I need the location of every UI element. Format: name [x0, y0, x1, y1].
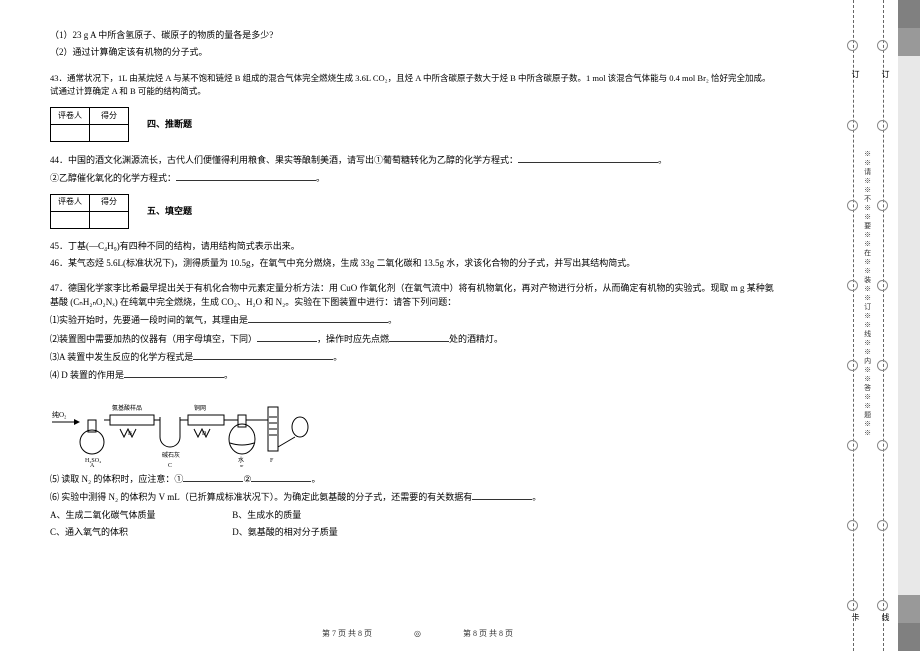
- score-table-4: 评卷人得分: [50, 107, 129, 142]
- q47-s4-blank[interactable]: [124, 367, 224, 378]
- page-footer: 第 7 页 共 8 页 ◎ 第 8 页 共 8 页: [0, 628, 835, 641]
- binding-circle: [877, 600, 888, 611]
- page-content: （1）23 g A 中所含氢原子、碳原子的物质的量各是多少? （2）通过计算确定…: [0, 0, 835, 651]
- page-number-7: 第 7 页 共 8 页: [322, 628, 372, 641]
- binding-circle: [847, 440, 858, 451]
- opt-c: C、通入氧气的体积: [50, 525, 230, 539]
- q43-text: 43．通常状况下，1L 由某烷烃 A 与某不饱和链烃 B 组成的混合气体完全燃烧…: [50, 72, 775, 99]
- q44-blank2[interactable]: [176, 170, 316, 181]
- vlabel-ka: 卡: [850, 613, 861, 621]
- vlabel-ding: 订: [850, 70, 861, 78]
- q47-s1: ⑴实验开始时，先要通一段时间的氧气，其理由是。: [50, 312, 775, 327]
- opt-b: B、生成水的质量: [232, 510, 301, 520]
- q47-options-row2: C、通入氧气的体积 D、氨基酸的相对分子质量: [50, 525, 775, 539]
- apparatus-diagram: 纯O₂ H₂SO₄ A 氨基酸样品 B 碱石灰 C 铜网 D: [50, 387, 350, 467]
- svg-text:C: C: [168, 463, 172, 467]
- binding-circle: [877, 440, 888, 451]
- svg-text:A: A: [90, 463, 95, 467]
- q47-s6-blank[interactable]: [472, 489, 532, 500]
- binding-circle: [847, 360, 858, 371]
- label-cu: 铜网: [194, 404, 206, 412]
- score-h1: 评卷人: [51, 107, 90, 124]
- q44-intro: 44．中国的酒文化渊源流长，古代人们便懂得利用粮食、果实等酿制美酒，请写出①葡萄…: [50, 152, 775, 167]
- q44-blank1[interactable]: [518, 152, 658, 163]
- score-h2: 得分: [90, 107, 129, 124]
- score-cell[interactable]: [90, 124, 129, 141]
- section5-title: 五、填空题: [147, 204, 192, 218]
- binding-circle: [847, 40, 858, 51]
- label-o2: 纯O₂: [52, 410, 67, 419]
- svg-text:E: E: [240, 465, 244, 467]
- q47-s5-blank1[interactable]: [183, 471, 243, 482]
- binding-circle: [877, 120, 888, 131]
- q47-s1-blank[interactable]: [248, 312, 388, 323]
- binding-circle: [877, 40, 888, 51]
- vlabel-ding2: 订: [880, 70, 891, 78]
- binding-circle: [847, 120, 858, 131]
- score-h2: 得分: [90, 194, 129, 211]
- binding-circle: [877, 200, 888, 211]
- binding-sidebar: 订 订 ※※请※※不※※要※※在※※装※※订※※线※※内※※答※※题※※ 卡 线: [835, 0, 920, 651]
- q46: 46．某气态烃 5.6L(标准状况下)，测得质量为 10.5g，在氧气中充分燃烧…: [50, 256, 775, 270]
- q42-sub1: （1）23 g A 中所含氢原子、碳原子的物质的量各是多少?: [50, 28, 775, 42]
- q47-s3-blank[interactable]: [193, 349, 333, 360]
- score-table-5: 评卷人得分: [50, 194, 129, 229]
- binding-margin: 订 订 ※※请※※不※※要※※在※※装※※订※※线※※内※※答※※题※※ 卡 线: [835, 0, 898, 651]
- score-h1: 评卷人: [51, 194, 90, 211]
- circle-column-2: [877, 20, 888, 631]
- q47-options-row1: A、生成二氧化碳气体质量 B、生成水的质量: [50, 508, 775, 522]
- ruler-bar: [898, 0, 920, 651]
- q47-s2-blank1[interactable]: [257, 331, 317, 342]
- opt-d: D、氨基酸的相对分子质量: [232, 527, 338, 537]
- q44-part2: ②乙醇催化氧化的化学方程式：。: [50, 170, 775, 185]
- binding-warning: ※※请※※不※※要※※在※※装※※订※※线※※内※※答※※题※※: [861, 150, 874, 438]
- svg-text:F: F: [270, 458, 274, 464]
- section4-title: 四、推断题: [147, 117, 192, 131]
- q47-intro: 47．德国化学家李比希最早提出关于有机化合物中元素定量分析方法：用 CuO 作氧…: [50, 281, 775, 310]
- ruler-bottom: [898, 595, 920, 651]
- q47-s3: ⑶A 装置中发生反应的化学方程式是。: [50, 349, 775, 364]
- q42-sub2: （2）通过计算确定该有机物的分子式。: [50, 45, 775, 59]
- circle-column-1: [847, 20, 858, 631]
- q47-s4: ⑷ D 装置的作用是。: [50, 367, 775, 382]
- binding-circle: [847, 600, 858, 611]
- page-number-8: 第 8 页 共 8 页: [463, 628, 513, 641]
- section4-header: 评卷人得分 四、推断题: [50, 107, 775, 142]
- binding-circle: [847, 280, 858, 291]
- q47-s5-blank2[interactable]: [251, 471, 311, 482]
- binding-circle: [877, 280, 888, 291]
- vlabel-xian: 线: [880, 613, 891, 621]
- label-lime: 碱石灰: [162, 451, 180, 459]
- binding-circle: [847, 200, 858, 211]
- score-cell[interactable]: [90, 211, 129, 228]
- score-cell[interactable]: [51, 124, 90, 141]
- footer-symbol: ◎: [414, 629, 421, 638]
- binding-circle: [847, 520, 858, 531]
- q47-s2: ⑵装置图中需要加热的仪器有（用字母填空，下同），操作时应先点燃处的酒精灯。: [50, 331, 775, 346]
- opt-a: A、生成二氧化碳气体质量: [50, 508, 230, 522]
- binding-circle: [877, 360, 888, 371]
- q47-s5: ⑸ 读取 N₂ 的体积时，应注意：①②。: [50, 471, 775, 486]
- q47-s2-blank2[interactable]: [389, 331, 449, 342]
- q47-s6: ⑹ 实验中测得 N₂ 的体积为 V mL（已折算成标准状况下）。为确定此氨基酸的…: [50, 489, 775, 504]
- binding-circle: [877, 520, 888, 531]
- section5-header: 评卷人得分 五、填空题: [50, 194, 775, 229]
- label-water: 水: [238, 456, 244, 464]
- score-cell[interactable]: [51, 211, 90, 228]
- label-sample: 氨基酸样品: [112, 404, 142, 412]
- q45: 45．丁基(—C₄H₉)有四种不同的结构，请用结构简式表示出来。: [50, 239, 775, 253]
